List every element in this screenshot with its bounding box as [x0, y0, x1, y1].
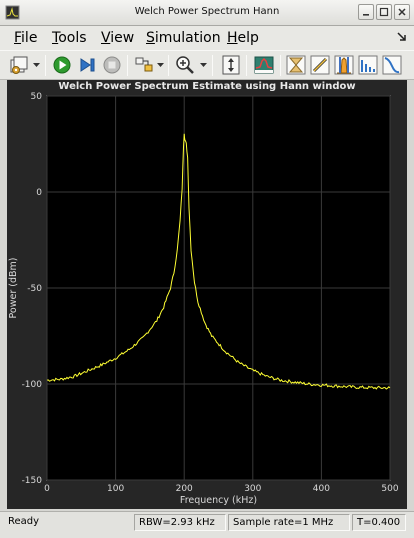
cursor-measurements-button[interactable] — [309, 54, 331, 76]
spectrum-icon — [254, 56, 274, 74]
y-tick-label: -100 — [22, 380, 43, 390]
stop-icon — [103, 56, 121, 74]
x-axis-label: Frequency (kHz) — [180, 495, 257, 506]
close-icon — [398, 8, 406, 16]
menu-help-label: elp — [237, 30, 259, 46]
title-bar: Welch Power Spectrum Hann — [0, 0, 414, 26]
maximize-button[interactable] — [376, 4, 392, 20]
cursor-measurements-icon — [310, 55, 330, 75]
toolbar — [0, 50, 414, 80]
window-title: Welch Power Spectrum Hann — [134, 6, 280, 17]
status-sample-rate: Sample rate=1 MHz — [228, 514, 350, 531]
menu-tools[interactable]: Tools — [52, 30, 87, 46]
spectrum-settings-button[interactable] — [253, 54, 275, 76]
distortion-measurements-icon — [358, 55, 378, 75]
highlight-dropdown-icon[interactable] — [157, 61, 164, 69]
menu-tools-label: ools — [58, 30, 87, 46]
toolbar-separator — [127, 55, 128, 76]
menu-simulation-label: imulation — [154, 30, 221, 46]
settings-button[interactable] — [8, 54, 30, 76]
x-tick-label: 0 — [44, 484, 50, 494]
step-forward-button[interactable] — [76, 54, 98, 76]
menu-file-label: ile — [21, 30, 38, 46]
zoom-in-button[interactable] — [174, 54, 196, 76]
y-tick-label: -150 — [22, 476, 43, 486]
status-bar: Ready RBW=2.93 kHz Sample rate=1 MHz T=0… — [0, 511, 414, 538]
menu-view-label: iew — [110, 30, 135, 46]
toolbar-separator — [45, 55, 46, 76]
y-tick-label: 50 — [31, 92, 43, 102]
y-tick-label: 0 — [36, 188, 42, 198]
status-time: T=0.400 — [352, 514, 406, 531]
menu-help[interactable]: Help — [227, 30, 259, 46]
menu-file[interactable]: File — [14, 30, 37, 46]
maximize-icon — [379, 7, 389, 17]
toolbar-separator — [168, 55, 169, 76]
dock-arrow-icon[interactable] — [396, 31, 408, 43]
autoscale-button[interactable] — [220, 54, 242, 76]
settings-icon — [10, 56, 28, 74]
x-tick-label: 500 — [381, 484, 398, 494]
highlight-block-button[interactable] — [133, 54, 155, 76]
y-axis-label: Power (dBm) — [8, 258, 19, 319]
ccdf-measurements-button[interactable] — [381, 54, 403, 76]
run-button[interactable] — [51, 54, 73, 76]
status-ready: Ready — [8, 516, 40, 527]
minimize-icon — [363, 14, 369, 16]
menu-file-mnemonic: F — [14, 30, 22, 46]
x-tick-label: 200 — [176, 484, 193, 494]
menu-view[interactable]: View — [101, 30, 134, 46]
x-tick-label: 300 — [244, 484, 261, 494]
toolbar-separator — [212, 55, 213, 76]
peak-finder-icon — [334, 55, 354, 75]
toolbar-separator — [246, 55, 247, 76]
x-tick-label: 400 — [313, 484, 330, 494]
autoscale-icon — [222, 55, 240, 75]
distortion-measurements-button[interactable] — [357, 54, 379, 76]
ccdf-measurements-icon — [382, 55, 402, 75]
zoom-dropdown-icon[interactable] — [200, 61, 207, 69]
menu-simulation[interactable]: Simulation — [146, 30, 221, 46]
run-icon — [53, 56, 71, 74]
spectrum-plot[interactable]: 0 100 200 300 400 500500-50-100-150Frequency … — [7, 80, 407, 509]
measure-bandwidth-icon — [286, 55, 306, 75]
step-forward-icon — [80, 58, 95, 72]
zoom-in-icon — [176, 56, 194, 74]
plot-frame: Welch Power Spectrum Estimate using Hann… — [7, 80, 407, 509]
menu-help-mnemonic: H — [227, 30, 238, 46]
menu-simulation-mnemonic: S — [146, 30, 155, 46]
x-tick-label: 100 — [107, 484, 124, 494]
y-tick-label: -50 — [27, 284, 42, 294]
highlight-block-icon — [135, 57, 153, 72]
menu-view-mnemonic: V — [101, 30, 111, 46]
measure-bandwidth-button[interactable] — [285, 54, 307, 76]
settings-dropdown-icon[interactable] — [33, 61, 40, 69]
menu-bar: File Tools View Simulation Help — [0, 26, 414, 50]
peak-finder-button[interactable] — [333, 54, 355, 76]
toolbar-separator — [280, 55, 281, 76]
close-button[interactable] — [394, 4, 410, 20]
stop-button[interactable] — [101, 54, 123, 76]
status-rbw: RBW=2.93 kHz — [134, 514, 226, 531]
minimize-button[interactable] — [358, 4, 374, 20]
